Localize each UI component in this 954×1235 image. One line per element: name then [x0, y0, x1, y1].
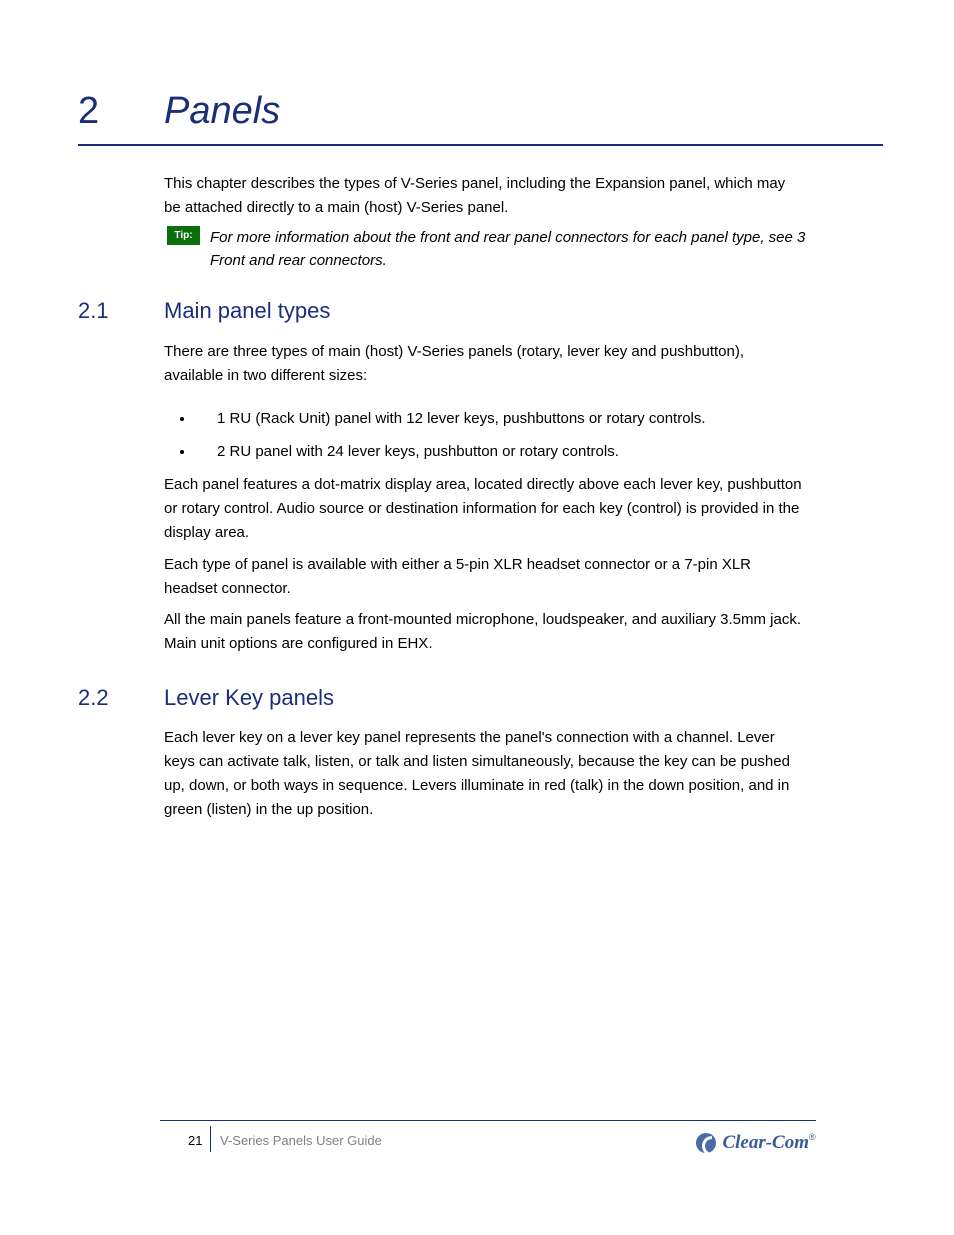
footer-doc-title: V-Series Panels User Guide	[220, 1133, 382, 1148]
horizontal-rule-top	[78, 144, 883, 146]
tip-text: For more information about the front and…	[210, 227, 810, 272]
chapter-title: Panels	[164, 90, 280, 133]
section1-para2: Each panel features a dot-matrix display…	[164, 473, 804, 545]
logo-icon	[696, 1133, 716, 1153]
section-number-1: 2.1	[78, 298, 109, 324]
footer-divider	[210, 1126, 211, 1152]
brand-logo: Clear-Com®	[696, 1132, 816, 1156]
section-number-2: 2.2	[78, 685, 109, 711]
tip-badge: Tip:	[167, 226, 200, 245]
page-number: 21	[188, 1133, 202, 1148]
section-title-2: Lever Key panels	[164, 685, 334, 711]
section1-bullet-list: 1 RU (Rack Unit) panel with 12 lever key…	[195, 405, 805, 470]
section1-para1: There are three types of main (host) V-S…	[164, 340, 804, 388]
section-title-1: Main panel types	[164, 298, 330, 324]
chapter-number: 2	[78, 90, 99, 133]
list-item: 1 RU (Rack Unit) panel with 12 lever key…	[195, 405, 805, 434]
section1-para4: All the main panels feature a front-moun…	[164, 608, 804, 656]
logo-text: Clear-Com	[722, 1132, 809, 1153]
intro-paragraph: This chapter describes the types of V-Se…	[164, 172, 804, 220]
list-item: 2 RU panel with 24 lever keys, pushbutto…	[195, 438, 805, 467]
section1-para3: Each type of panel is available with eit…	[164, 553, 804, 601]
registered-mark: ®	[809, 1132, 816, 1142]
section2-para5: Each lever key on a lever key panel repr…	[164, 726, 804, 822]
horizontal-rule-bottom	[160, 1120, 816, 1121]
